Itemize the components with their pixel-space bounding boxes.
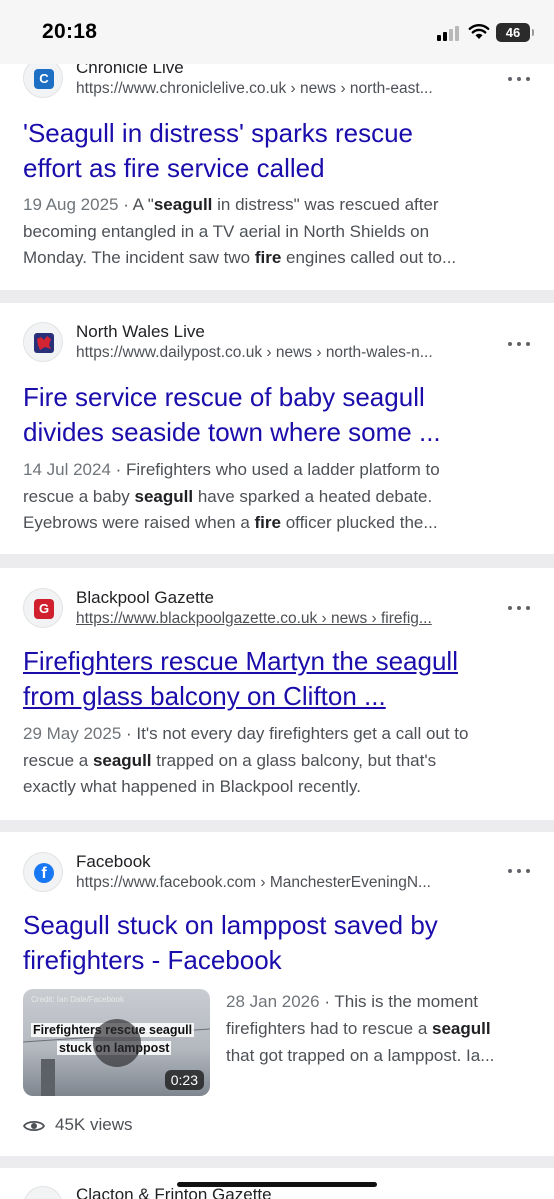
title-line: effort as fire service called — [23, 153, 325, 183]
snippet-highlight: fire — [254, 513, 281, 532]
result-title-link[interactable]: 'Seagull in distress' sparks rescue effo… — [23, 116, 533, 186]
snippet-text: engines called out to... — [281, 248, 457, 267]
title-line: Seagull stuck on lamppost saved by — [23, 910, 438, 940]
facebook-logo-icon: f — [34, 863, 54, 883]
home-indicator[interactable] — [177, 1182, 377, 1187]
north-wales-live-logo-icon — [34, 333, 54, 353]
snippet-text: Monday. The incident saw two — [23, 248, 255, 267]
source-name: North Wales Live — [76, 322, 205, 341]
video-credit: Credit: Ian Dale/Facebook — [31, 995, 124, 1004]
snippet-text: officer plucked the... — [280, 513, 438, 532]
result-snippet: 28 Jan 2026 · This is the moment firefig… — [226, 988, 532, 1069]
play-icon[interactable] — [93, 1019, 141, 1067]
more-options-icon[interactable] — [508, 339, 532, 349]
search-result: C Chronicle Live https://www.chronicleli… — [0, 40, 554, 290]
video-duration: 0:23 — [164, 1070, 204, 1090]
snippet-text: becoming entangled in a TV aerial in Nor… — [23, 221, 430, 241]
title-line: Firefighters rescue Martyn the seagull — [23, 646, 458, 676]
result-snippet: 19 Aug 2025 · A "seagull in distress" wa… — [23, 192, 523, 272]
eye-icon — [23, 1120, 45, 1132]
site-favicon — [23, 322, 63, 362]
views-count: 45K views — [55, 1115, 133, 1134]
blackpool-gazette-logo-icon: G — [34, 599, 54, 619]
result-title-link[interactable]: Firefighters rescue Martyn the seagull f… — [23, 644, 533, 714]
more-options-icon[interactable] — [508, 866, 532, 876]
snippet-text: · Firefighters who used a ladder platfor… — [110, 460, 440, 479]
thumbnail-lamppost — [41, 1059, 55, 1096]
snippet-highlight: seagull — [432, 1019, 491, 1038]
video-thumbnail[interactable]: Credit: Ian Dale/Facebook Firefighters r… — [23, 989, 210, 1096]
source-url: https://www.dailypost.co.uk › news › nor… — [76, 344, 433, 361]
snippet-text: exactly what happened in Blackpool recen… — [23, 777, 361, 796]
status-time: 20:18 — [42, 20, 98, 43]
source-url: https://www.blackpoolgazette.co.uk › new… — [76, 610, 432, 627]
result-date: 19 Aug 2025 — [23, 195, 119, 214]
snippet-text: · This is the moment — [319, 992, 478, 1011]
result-date: 28 Jan 2026 — [226, 992, 320, 1011]
snippet-text: rescue a — [23, 750, 93, 770]
snippet-highlight: seagull — [134, 486, 194, 506]
battery-level: 46 — [505, 25, 521, 40]
snippet-text: that got trapped on a lamppost. Ia... — [226, 1046, 495, 1065]
site-favicon: f — [23, 852, 63, 892]
source-url: https://www.chroniclelive.co.uk › news ›… — [76, 80, 433, 97]
snippet-text: · It's not every day firefighters get a … — [121, 724, 469, 743]
result-snippet: 29 May 2025 · It's not every day firefig… — [23, 721, 523, 801]
snippet-highlight: seagull — [92, 750, 152, 770]
more-options-icon[interactable] — [508, 74, 532, 84]
snippet-text: firefighters had to rescue a — [226, 1019, 433, 1038]
status-bar: 20:18 46 — [0, 0, 554, 64]
more-options-icon[interactable] — [508, 603, 532, 613]
source-name[interactable]: Clacton & Frinton Gazette — [76, 1185, 272, 1199]
result-snippet: 14 Jul 2024 · Firefighters who used a la… — [23, 457, 523, 537]
site-favicon: C — [23, 58, 63, 98]
chronicle-logo-icon: C — [34, 69, 54, 89]
snippet-text: have sparked a heated debate. — [193, 486, 433, 506]
result-title-link[interactable]: Seagull stuck on lamppost saved by firef… — [23, 908, 533, 978]
cellular-signal-icon — [437, 25, 461, 41]
title-line: 'Seagull in distress' sparks rescue — [23, 118, 413, 148]
source-url: https://www.facebook.com › ManchesterEve… — [76, 874, 431, 891]
result-date: 29 May 2025 — [23, 724, 122, 743]
title-line: from glass balcony on Clifton ... — [23, 681, 386, 711]
wifi-icon — [468, 24, 490, 39]
search-result: G Blackpool Gazette https://www.blackpoo… — [0, 568, 554, 820]
title-line: divides seaside town where some ... — [23, 417, 441, 447]
snippet-text: · A " — [118, 195, 154, 214]
source-name: Facebook — [76, 852, 151, 871]
battery-icon: 46 — [496, 23, 534, 42]
search-result: f Facebook https://www.facebook.com › Ma… — [0, 832, 554, 1156]
title-line: firefighters - Facebook — [23, 945, 282, 975]
result-source[interactable]: G Blackpool Gazette https://www.blackpoo… — [23, 588, 503, 628]
result-date: 14 Jul 2024 — [23, 460, 111, 479]
site-favicon: G — [23, 588, 63, 628]
result-title-link[interactable]: Fire service rescue of baby seagull divi… — [23, 380, 533, 450]
snippet-highlight: fire — [254, 248, 282, 267]
snippet-text: trapped on a glass balcony, but that's — [151, 750, 437, 770]
snippet-text: Eyebrows were raised when a — [23, 513, 255, 532]
result-source[interactable]: C Chronicle Live https://www.chronicleli… — [23, 58, 503, 98]
title-line: Fire service rescue of baby seagull — [23, 382, 425, 412]
source-name: Blackpool Gazette — [76, 588, 214, 607]
snippet-highlight: seagull — [153, 195, 213, 214]
snippet-text: rescue a baby — [23, 486, 135, 506]
snippet-text: in distress" was rescued after — [212, 195, 439, 214]
result-source[interactable]: f Facebook https://www.facebook.com › Ma… — [23, 852, 503, 892]
site-favicon — [23, 1186, 63, 1199]
search-result: North Wales Live https://www.dailypost.c… — [0, 303, 554, 554]
result-source[interactable]: North Wales Live https://www.dailypost.c… — [23, 322, 503, 362]
